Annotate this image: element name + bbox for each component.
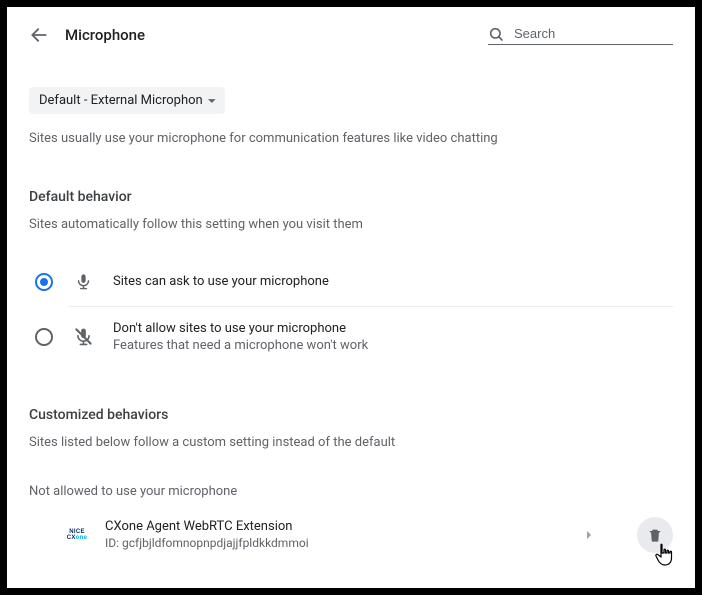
option-ask[interactable]: Sites can ask to use your microphone — [29, 258, 673, 306]
extension-icon: NICE CXone — [65, 523, 89, 547]
page-header: Microphone — [29, 25, 673, 45]
option-ask-label: Sites can ask to use your microphone — [113, 274, 329, 289]
device-selected-label: Default - External Microphone — [39, 93, 203, 108]
option-block-label: Don't allow sites to use your microphone — [113, 321, 368, 336]
customized-heading: Customized behaviors — [29, 407, 673, 423]
not-allowed-heading: Not allowed to use your microphone — [29, 484, 673, 499]
microphone-off-icon — [73, 327, 93, 347]
chevron-right-icon — [584, 530, 594, 540]
default-behavior-sub: Sites automatically follow this setting … — [29, 217, 673, 232]
radio-selected[interactable] — [35, 273, 53, 291]
option-ask-text: Sites can ask to use your microphone — [113, 274, 329, 289]
option-block[interactable]: Don't allow sites to use your microphone… — [69, 306, 673, 367]
back-button[interactable] — [29, 25, 49, 45]
pointer-cursor-icon — [653, 543, 675, 567]
default-behavior-heading: Default behavior — [29, 189, 673, 205]
radio-unselected[interactable] — [35, 328, 53, 346]
default-behavior-options: Sites can ask to use your microphone Don… — [29, 258, 673, 367]
microphone-device-select[interactable]: Default - External Microphone — [29, 87, 225, 114]
customized-sub: Sites listed below follow a custom setti… — [29, 435, 673, 450]
option-block-text: Don't allow sites to use your microphone… — [113, 321, 368, 353]
extension-id: ID: gcfjbjldfomnopnpdjajjfpldkkdmmoi — [105, 536, 565, 550]
trash-icon — [647, 527, 663, 543]
radio-dot — [40, 278, 48, 286]
microphone-icon — [73, 272, 93, 292]
arrow-left-icon — [29, 25, 49, 45]
option-block-sublabel: Features that need a microphone won't wo… — [113, 338, 368, 353]
extension-text: CXone Agent WebRTC Extension ID: gcfjbjl… — [105, 519, 565, 550]
expand-button[interactable] — [581, 527, 597, 543]
blocked-extension-row[interactable]: NICE CXone CXone Agent WebRTC Extension … — [29, 517, 673, 553]
search-input[interactable] — [512, 25, 673, 42]
extension-name: CXone Agent WebRTC Extension — [105, 519, 565, 534]
page-title: Microphone — [65, 26, 472, 44]
caret-down-icon — [207, 96, 217, 106]
delete-button[interactable] — [637, 517, 673, 553]
search-icon — [488, 26, 504, 42]
settings-page: Microphone Default - External Microphone… — [7, 7, 695, 588]
search-field[interactable] — [488, 25, 673, 45]
intro-text: Sites usually use your microphone for co… — [29, 130, 673, 149]
